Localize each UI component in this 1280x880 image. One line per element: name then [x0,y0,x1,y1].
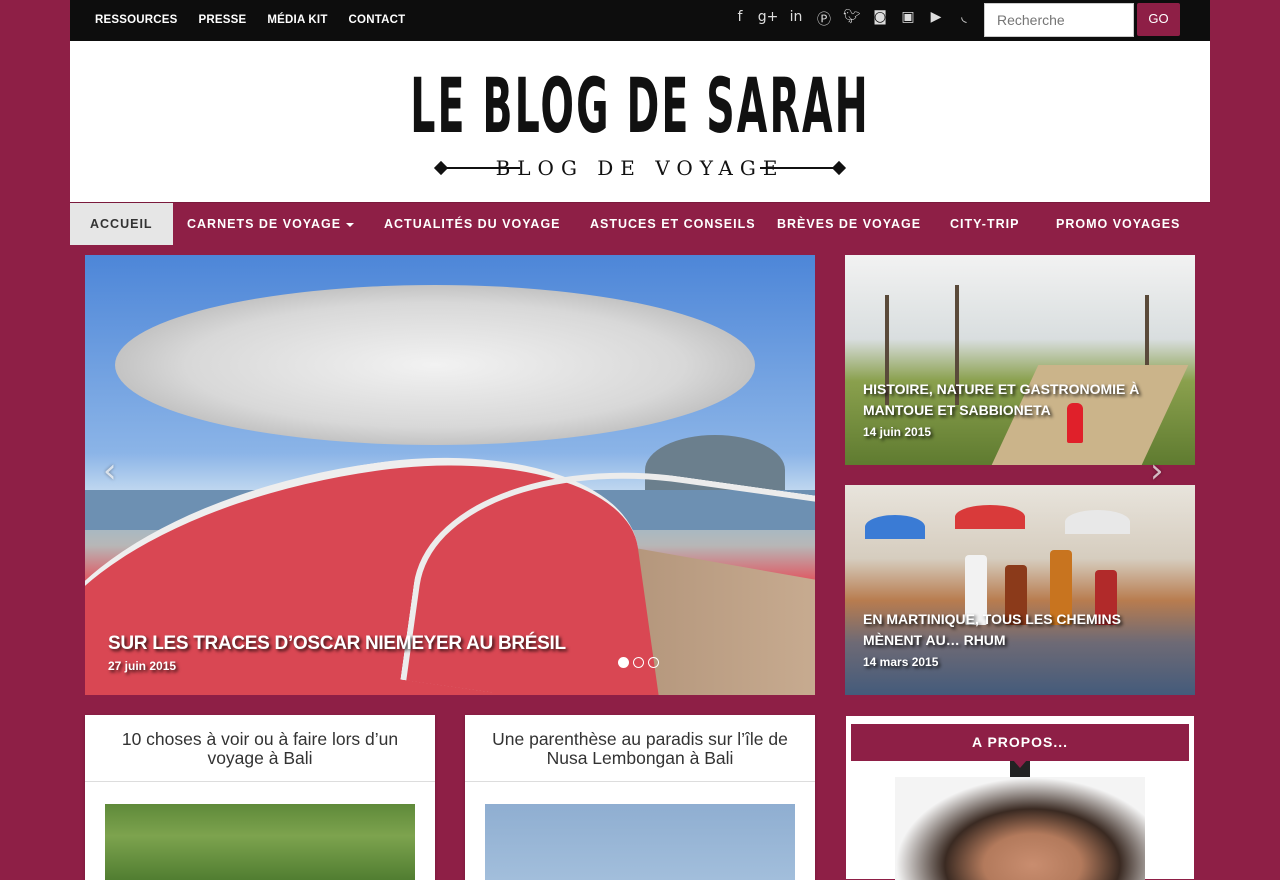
slider-dot[interactable] [648,657,659,668]
logo-ornament-right [760,167,840,169]
site-logo-subtitle: BLOG DE VOYAGE [495,156,785,180]
slide-date: 27 juin 2015 [108,659,177,673]
vimeo-icon[interactable]: ▣ [894,9,922,29]
featured-date: 14 mars 2015 [863,655,939,669]
slider-dots [618,657,659,668]
post-title[interactable]: 10 choses à voir ou à faire lors d’un vo… [85,715,435,782]
featured-date: 14 juin 2015 [863,425,932,439]
nav-item-astuces[interactable]: ASTUCES ET CONSEILS [590,203,756,245]
top-bar: RESSOURCES PRESSE MÉDIA KIT CONTACT f g+… [70,0,1210,41]
chevron-left-icon[interactable]: ‹ [103,451,117,491]
slide-image-building [115,285,755,445]
top-link-ressources[interactable]: RESSOURCES [95,14,178,26]
about-title: A PROPOS... [851,724,1189,761]
featured-post-2[interactable]: EN MARTINIQUE, TOUS LES CHEMINS MÈNENT A… [845,485,1195,695]
top-links: RESSOURCES PRESSE MÉDIA KIT CONTACT [95,14,426,26]
slider-dot[interactable] [633,657,644,668]
featured-post-1[interactable]: HISTOIRE, NATURE ET GASTRONOMIE À MANTOU… [845,255,1195,465]
slide-caption[interactable]: SUR LES TRACES D’OSCAR NIEMEYER AU BRÉSI… [108,633,566,673]
top-link-contact[interactable]: CONTACT [349,14,406,26]
slider-dot[interactable] [618,657,629,668]
slide-title[interactable]: SUR LES TRACES D’OSCAR NIEMEYER AU BRÉSI… [108,633,566,655]
featured-title[interactable]: HISTOIRE, NATURE ET GASTRONOMIE À MANTOU… [863,379,1183,421]
top-link-media-kit[interactable]: MÉDIA KIT [267,14,327,26]
image-umbrella [1065,510,1130,534]
site-header: LE BLOG DE SARAH BLOG DE VOYAGE [70,41,1210,202]
nav-item-breves[interactable]: BRÈVES DE VOYAGE [777,203,921,245]
image-umbrella [865,515,925,539]
post-card[interactable]: Une parenthèse au paradis sur l’île de N… [465,715,815,880]
featured-caption[interactable]: HISTOIRE, NATURE ET GASTRONOMIE À MANTOU… [863,379,1183,439]
rss-icon[interactable]: ◟ [950,9,978,29]
post-card[interactable]: 10 choses à voir ou à faire lors d’un vo… [85,715,435,880]
featured-caption[interactable]: EN MARTINIQUE, TOUS LES CHEMINS MÈNENT A… [863,609,1183,669]
nav-item-promo-voyages[interactable]: PROMO VOYAGES [1056,203,1180,245]
nav-item-city-trip[interactable]: CITY-TRIP [950,203,1019,245]
top-link-presse[interactable]: PRESSE [199,14,247,26]
post-title[interactable]: Une parenthèse au paradis sur l’île de N… [465,715,815,782]
image-umbrella [955,505,1025,529]
nav-item-carnets-de-voyage[interactable]: CARNETS DE VOYAGE [187,203,355,245]
author-photo [895,777,1145,880]
pinterest-icon[interactable]: Ⓟ [810,9,838,29]
nav-item-label: CARNETS DE VOYAGE [187,217,342,231]
social-links: f g+ in Ⓟ 🐦︎ ◙ ▣ ▶ ◟ [726,9,978,29]
google-plus-icon[interactable]: g+ [754,9,782,29]
about-widget: A PROPOS... [845,715,1195,880]
featured-title[interactable]: EN MARTINIQUE, TOUS LES CHEMINS MÈNENT A… [863,609,1183,651]
twitter-icon[interactable]: 🐦︎ [838,9,866,29]
youtube-icon[interactable]: ▶ [922,9,950,29]
main-slider[interactable]: SUR LES TRACES D’OSCAR NIEMEYER AU BRÉSI… [85,255,815,695]
site-logo-title[interactable]: LE BLOG DE SARAH [344,61,937,150]
nav-item-actualites[interactable]: ACTUALITÉS DU VOYAGE [384,203,561,245]
chevron-right-icon[interactable]: › [1150,451,1164,491]
caret-down-icon [346,222,355,227]
instagram-icon[interactable]: ◙ [866,9,894,29]
post-thumbnail[interactable] [105,804,415,880]
facebook-icon[interactable]: f [726,9,754,29]
linkedin-icon[interactable]: in [782,9,810,29]
post-thumbnail[interactable] [485,804,795,880]
search-input[interactable] [984,3,1134,37]
nav-item-accueil[interactable]: ACCUEIL [70,203,173,245]
main-nav: ACCUEIL CARNETS DE VOYAGE ACTUALITÉS DU … [70,202,1210,245]
search-go-button[interactable]: GO [1137,3,1180,36]
